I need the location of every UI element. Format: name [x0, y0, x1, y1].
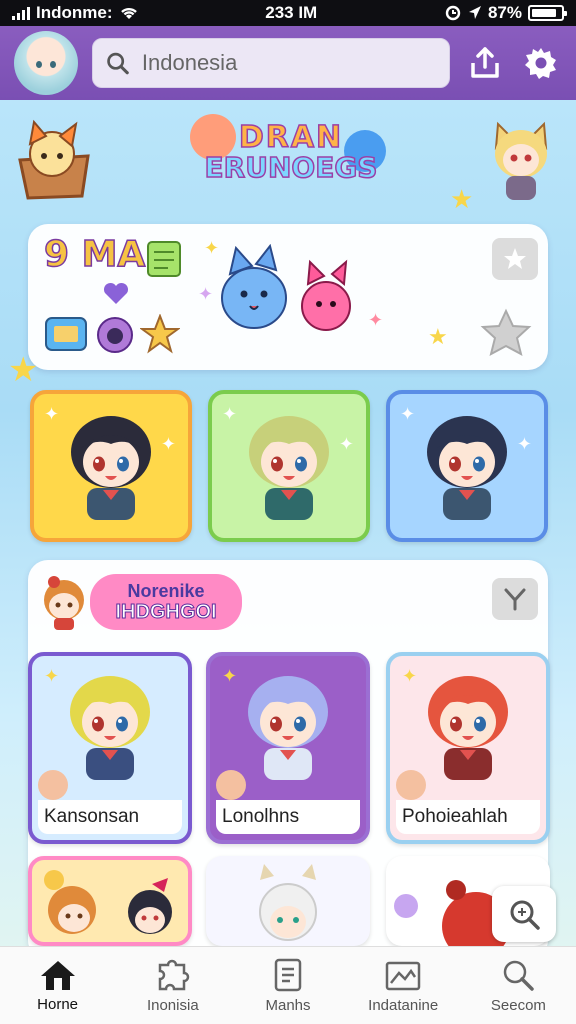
- share-button[interactable]: [464, 42, 506, 84]
- featured-panel: 9 MA ✦ ✦ ✦ ★: [28, 224, 548, 370]
- app-bar: [0, 26, 576, 100]
- nav-label: Indatanine: [368, 997, 439, 1014]
- bottom-nav: Horne Inonisia Manhs Indatanine Seecom: [0, 946, 576, 1024]
- logo-line2: ERUNOEGS: [204, 150, 378, 185]
- character-icon: [259, 864, 317, 941]
- partial-card-1[interactable]: [28, 856, 192, 946]
- sparkle-icon: ✦: [222, 666, 238, 686]
- alarm-icon: [445, 5, 461, 21]
- star-icon: ★: [450, 184, 474, 214]
- wifi-icon: [120, 7, 137, 19]
- status-right: 87%: [444, 3, 567, 23]
- nav-indatanine[interactable]: Indatanine: [346, 947, 461, 1024]
- character-icon: [71, 416, 151, 520]
- sparkle-icon: ✦: [516, 434, 532, 454]
- star-sticker-icon: [140, 314, 180, 354]
- character-tile[interactable]: ✦ ✦: [386, 390, 548, 542]
- scan-icon: [510, 900, 540, 930]
- character-tile[interactable]: ✦ ✦: [30, 390, 192, 542]
- card-label: Kansonsan: [38, 800, 182, 834]
- settings-button[interactable]: [520, 42, 562, 84]
- pet-mascots-icon: [221, 244, 351, 331]
- nav-home[interactable]: Horne: [0, 947, 115, 1024]
- sticker-text: 9 MA: [43, 233, 146, 276]
- nav-label: Manhs: [265, 997, 311, 1014]
- section-banner: Norenike IHDGHGOI: [90, 574, 242, 630]
- home-icon: [40, 961, 75, 990]
- sparkle-icon: ✦: [368, 310, 384, 330]
- card-label: Lonolhns: [216, 800, 360, 834]
- status-bar: Indonme: 233 IM 87%: [0, 0, 576, 26]
- nav-seecom[interactable]: Seecom: [461, 947, 576, 1024]
- header-illustration: DRAN ERUNOEGS ★: [0, 100, 576, 230]
- star-outline-icon: [480, 308, 532, 356]
- sparkle-icon: ✦: [44, 666, 60, 686]
- character-icon: [248, 676, 328, 780]
- badge-icon: [216, 770, 246, 800]
- sparkle-icon: ✦: [198, 284, 214, 304]
- face-sticker-icon: [97, 317, 133, 353]
- girl-avatar-icon: [44, 576, 84, 630]
- search-icon: [504, 960, 535, 991]
- scan-button[interactable]: [492, 886, 556, 942]
- star-icon: ★: [8, 351, 39, 389]
- character-icon: [249, 416, 329, 520]
- character-card[interactable]: ✦ Kansonsan: [28, 652, 192, 844]
- battery-icon: [527, 5, 567, 21]
- character-card[interactable]: ✦ Lonolhns: [206, 652, 370, 844]
- location-icon: [468, 6, 481, 19]
- filter-button[interactable]: [492, 578, 538, 620]
- sparkle-icon: ✦: [160, 434, 176, 454]
- card-label: Pohoieahlah: [396, 800, 540, 834]
- puzzle-icon: [158, 959, 190, 991]
- badge-icon: [38, 770, 68, 800]
- app-logo: DRAN ERUNOEGS: [186, 119, 396, 202]
- book-icon: [274, 958, 302, 992]
- search-input[interactable]: [141, 50, 437, 76]
- characters-icon: [44, 870, 172, 934]
- logo-line1: DRAN: [238, 119, 344, 156]
- card-sticker-icon: [45, 317, 87, 351]
- character-card[interactable]: ✦ Pohoieahlah: [386, 652, 550, 844]
- nav-label: Horne: [37, 996, 79, 1013]
- nav-label: Seecom: [490, 997, 546, 1014]
- sparkle-icon: ✦: [44, 404, 60, 424]
- nav-label: Inonisia: [146, 997, 199, 1014]
- carrier-label: Indonme:: [36, 3, 113, 22]
- sparkle-icon: ✦: [338, 434, 354, 454]
- filter-icon: [504, 588, 526, 611]
- search-icon: [107, 52, 129, 75]
- character-icon: [70, 676, 150, 780]
- character-icon: [427, 416, 507, 520]
- search-bar[interactable]: [92, 38, 450, 88]
- banner-line1: Norenike: [127, 581, 205, 601]
- sparkle-icon: ✦: [402, 666, 418, 686]
- clock: 233 IM: [265, 3, 318, 22]
- banner-line2: IHDGHGOI: [115, 601, 217, 623]
- battery-percent: 87%: [487, 3, 522, 22]
- character-tile[interactable]: ✦ ✦: [208, 390, 370, 542]
- partial-card-2[interactable]: [206, 856, 370, 946]
- star-icon: [504, 248, 526, 269]
- favorite-button[interactable]: [492, 238, 538, 280]
- cat-girl-icon: [494, 121, 548, 200]
- sparkle-icon: ✦: [204, 238, 220, 258]
- avatar[interactable]: [14, 31, 78, 95]
- star-icon: ★: [428, 324, 448, 349]
- basket-cat-icon: [18, 119, 90, 200]
- sparkle-icon: ✦: [400, 404, 416, 424]
- nav-inonisia[interactable]: Inonisia: [115, 947, 230, 1024]
- sparkle-icon: ✦: [222, 404, 238, 424]
- badge-icon: [396, 770, 426, 800]
- character-icon: [428, 676, 508, 780]
- map-icon: [385, 961, 421, 991]
- signal-icon: [12, 6, 30, 20]
- notepad-sticker-icon: [147, 241, 181, 277]
- gear-icon: [525, 48, 556, 79]
- nav-manhs[interactable]: Manhs: [230, 947, 345, 1024]
- status-left: Indonme:: [12, 3, 139, 23]
- share-icon: [471, 47, 499, 78]
- heart-icon: [103, 282, 129, 304]
